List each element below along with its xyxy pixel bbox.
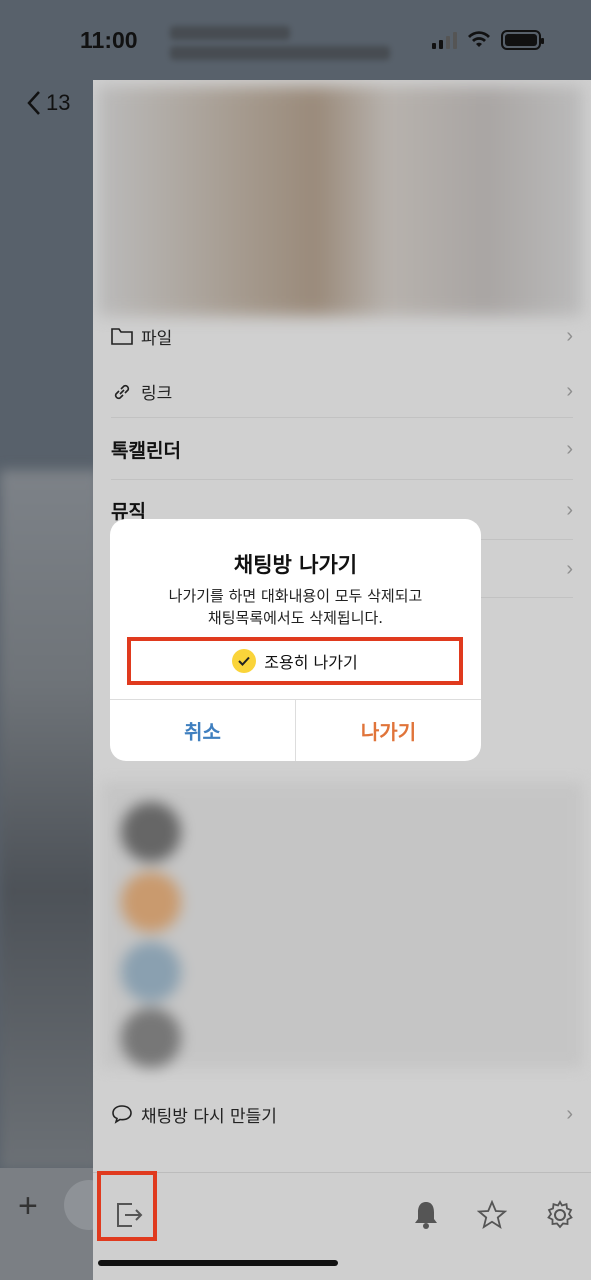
back-count: 13 (46, 90, 71, 115)
quiet-leave-label: 조용히 나가기 (264, 653, 358, 672)
chevron-right-icon: › (566, 438, 573, 460)
notification-button[interactable] (406, 1195, 446, 1235)
wifi-icon (468, 31, 490, 47)
checkmark-icon[interactable] (232, 649, 257, 673)
dialog-message-line1: 나가기를 하면 대화내용이 모두 삭제되고 (168, 587, 423, 605)
background-messages (0, 470, 100, 1170)
remake-chatroom-label: 채팅방 다시 만들기 (141, 1106, 277, 1127)
drawer-item-label: 파일 (141, 328, 173, 349)
star-icon (477, 1200, 507, 1229)
folder-icon (111, 328, 133, 345)
bell-icon (415, 1202, 437, 1229)
signal-icon (432, 31, 457, 49)
status-bar: 11:00 (0, 0, 591, 80)
chevron-left-icon (27, 91, 40, 115)
drawer-item-label: 톡캘린더 (111, 440, 181, 462)
dialog-title: 채팅방 나가기 (233, 553, 358, 577)
settings-button[interactable] (540, 1195, 580, 1235)
battery-icon (501, 30, 544, 50)
plus-icon[interactable]: + (18, 1187, 38, 1226)
cancel-button[interactable]: 취소 (110, 700, 296, 761)
dialog-message: 나가기를 하면 대화내용이 모두 삭제되고 채팅목록에서도 삭제됩니다. (110, 585, 481, 629)
home-indicator (98, 1260, 338, 1266)
members-list-blurred (101, 782, 583, 1068)
media-gallery-blurred (97, 86, 583, 316)
favorite-button[interactable] (472, 1195, 512, 1235)
dialog-buttons: 취소 나가기 (110, 699, 481, 761)
speech-bubble-icon (112, 1105, 132, 1124)
drawer-item-files[interactable]: 파일 › (111, 316, 573, 356)
status-time: 11:00 (80, 27, 138, 53)
drawer-item-calendar[interactable]: 톡캘린더 › (111, 420, 573, 480)
back-button[interactable]: 13 (26, 90, 70, 116)
exit-highlight-box (97, 1171, 157, 1241)
chevron-right-icon: › (566, 499, 573, 521)
drawer-item-links[interactable]: 링크 › (111, 366, 573, 418)
blurred-notification (170, 20, 400, 72)
status-icons (432, 30, 544, 50)
chevron-right-icon: › (566, 1102, 573, 1125)
quiet-leave-option[interactable]: 조용히 나가기 (127, 637, 463, 685)
remake-chatroom-row[interactable]: 채팅방 다시 만들기 › (111, 1092, 573, 1136)
gear-icon (547, 1200, 573, 1229)
leave-chatroom-dialog: 채팅방 나가기 나가기를 하면 대화내용이 모두 삭제되고 채팅목록에서도 삭제… (110, 519, 481, 761)
link-icon (114, 384, 130, 399)
chevron-right-icon: › (566, 324, 573, 347)
chevron-right-icon: › (566, 380, 573, 402)
drawer-item-label: 링크 (141, 384, 173, 404)
dialog-message-line2: 채팅목록에서도 삭제됩니다. (207, 609, 384, 627)
chevron-right-icon: › (566, 558, 573, 580)
leave-button[interactable]: 나가기 (296, 700, 481, 761)
